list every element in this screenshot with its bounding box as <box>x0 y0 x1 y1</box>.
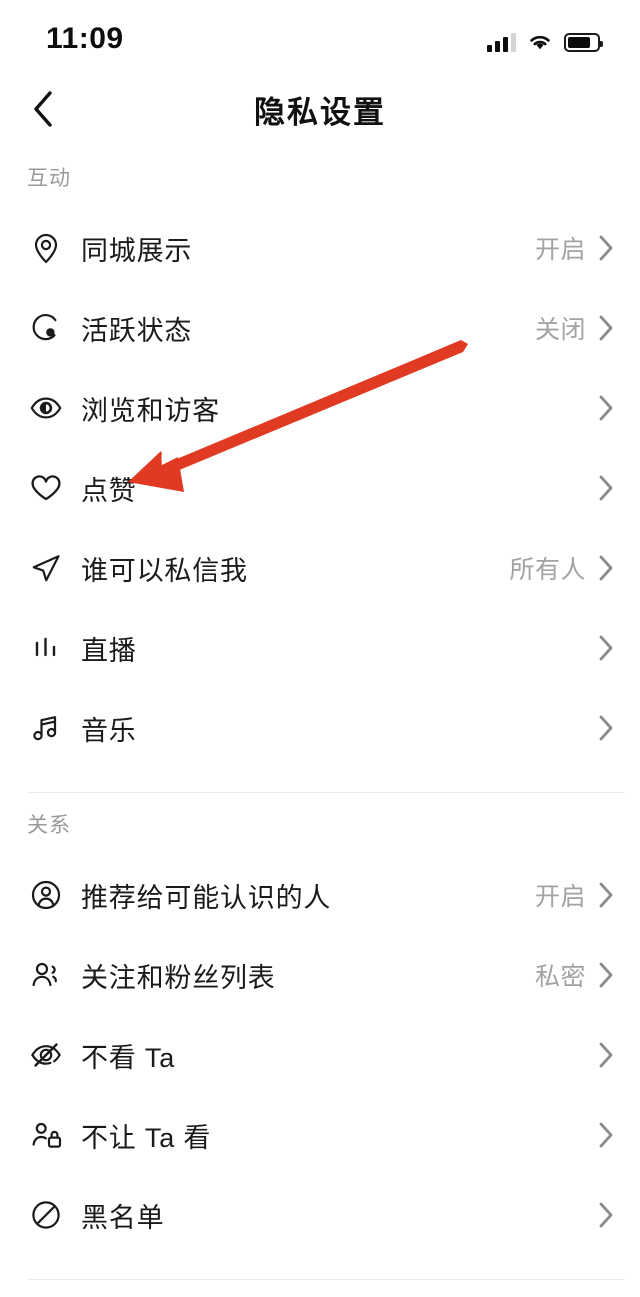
row-label: 不让 Ta 看 <box>81 1122 212 1153</box>
row-label: 活跃状态 <box>81 315 193 346</box>
row-label: 直播 <box>81 635 137 666</box>
row-blacklist[interactable]: 黑名单 <box>0 1175 640 1255</box>
live-bars-icon <box>27 629 65 667</box>
chevron-right-icon <box>599 475 613 501</box>
battery-icon <box>564 33 603 52</box>
chevron-right-icon <box>599 715 613 741</box>
group-people-icon <box>27 956 65 994</box>
chevron-right-icon <box>599 1202 613 1228</box>
heart-icon <box>27 469 65 507</box>
row-label: 黑名单 <box>81 1202 165 1233</box>
row-label: 谁可以私信我 <box>81 555 248 586</box>
chevron-right-icon <box>599 1042 613 1068</box>
chevron-right-icon <box>599 882 613 908</box>
row-trailing <box>586 1202 614 1228</box>
chevron-right-icon <box>599 235 613 261</box>
row-trailing <box>586 1042 614 1068</box>
row-same-city-display[interactable]: 同城展示 开启 <box>0 208 640 288</box>
chevron-right-icon <box>599 315 613 341</box>
location-pin-icon <box>27 229 65 267</box>
row-trailing <box>586 395 614 421</box>
row-trailing <box>586 1122 614 1148</box>
row-label: 同城展示 <box>81 235 193 266</box>
block-ban-icon <box>27 1196 65 1234</box>
row-who-can-message-me[interactable]: 谁可以私信我 所有人 <box>0 528 640 608</box>
music-note-icon <box>27 709 65 747</box>
row-trailing: 开启 <box>535 877 614 913</box>
status-time: 11:09 <box>46 22 124 55</box>
chevron-right-icon <box>599 555 613 581</box>
wifi-icon <box>527 32 553 52</box>
row-trailing: 私密 <box>535 957 614 993</box>
row-trailing <box>586 635 614 661</box>
person-lock-icon <box>27 1116 65 1154</box>
row-recommend-to-people-you-may-know[interactable]: 推荐给可能认识的人 开启 <box>0 855 640 935</box>
row-value: 所有人 <box>509 556 586 584</box>
row-label: 浏览和访客 <box>81 395 220 426</box>
active-status-icon <box>27 309 65 347</box>
row-dont-watch-ta[interactable]: 不看 Ta <box>0 1015 640 1095</box>
chevron-right-icon <box>599 1122 613 1148</box>
status-indicators <box>487 26 603 52</box>
page-title: 隐私设置 <box>254 94 386 130</box>
row-value: 开启 <box>534 236 586 264</box>
row-dont-let-ta-watch[interactable]: 不让 Ta 看 <box>0 1095 640 1175</box>
row-trailing <box>586 715 614 741</box>
section-header-interaction: 互动 <box>27 167 71 190</box>
row-live[interactable]: 直播 <box>0 608 640 688</box>
row-value: 关闭 <box>534 316 586 344</box>
row-browse-and-visitors[interactable]: 浏览和访客 <box>0 368 640 448</box>
row-following-and-followers-list[interactable]: 关注和粉丝列表 私密 <box>0 935 640 1015</box>
chevron-right-icon <box>599 395 613 421</box>
row-value: 开启 <box>534 883 586 911</box>
paper-plane-icon <box>27 549 65 587</box>
row-label: 音乐 <box>81 715 137 746</box>
chevron-right-icon <box>599 635 613 661</box>
row-trailing <box>586 475 614 501</box>
settings-list: 互动 同城展示 开启 活跃状态 关闭 浏览和访客 点赞 谁可以私信我 所有人 直… <box>0 146 640 1297</box>
person-circle-icon <box>27 876 65 914</box>
row-trailing: 开启 <box>535 230 614 266</box>
row-likes[interactable]: 点赞 <box>0 448 640 528</box>
chevron-right-icon <box>599 962 613 988</box>
row-label: 点赞 <box>81 475 137 506</box>
row-label: 推荐给可能认识的人 <box>81 882 332 913</box>
signal-bars-icon <box>487 32 516 52</box>
row-value: 私密 <box>534 963 586 991</box>
row-label: 不看 Ta <box>81 1042 176 1073</box>
row-trailing: 关闭 <box>535 310 614 346</box>
row-trailing: 所有人 <box>509 550 614 586</box>
phone-screen: 11:09 隐私设置 互动 同城展示 开启 活跃状态 关闭 浏览和访客 点赞 谁… <box>0 0 640 1297</box>
nav-bar: 隐私设置 <box>0 72 640 146</box>
row-music[interactable]: 音乐 <box>0 688 640 768</box>
row-active-status[interactable]: 活跃状态 关闭 <box>0 288 640 368</box>
section-header-account: 帐号 <box>0 1280 640 1297</box>
eye-icon <box>27 389 65 427</box>
section-header-relations: 关系 <box>27 814 71 837</box>
eye-off-icon <box>27 1036 65 1074</box>
status-bar: 11:09 <box>0 0 640 72</box>
row-label: 关注和粉丝列表 <box>81 962 276 993</box>
